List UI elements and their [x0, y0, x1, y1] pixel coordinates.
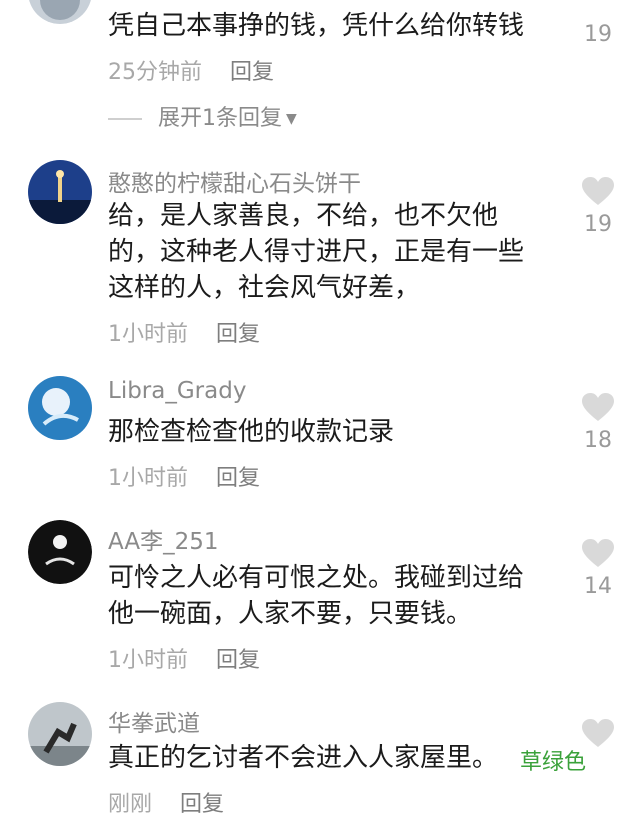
heart-icon: [582, 177, 614, 205]
like-button[interactable]: 19: [576, 176, 620, 237]
like-count: 18: [584, 428, 612, 453]
comment-text: 那检查检查他的收款记录: [108, 417, 395, 447]
avatar[interactable]: [28, 0, 92, 24]
comment-username[interactable]: 华拳武道: [108, 704, 200, 738]
comment-text: 给，是人家善良，不给，也不欠他的，这种老人得寸进尺，正是有一些这样的人，社会风气…: [108, 201, 525, 303]
comment-username[interactable]: Libra_Grady: [108, 378, 246, 404]
comment-time: 25分钟前: [108, 60, 202, 85]
like-count: 19: [584, 212, 612, 237]
reply-button[interactable]: 回复: [216, 322, 260, 347]
heart-icon: [582, 719, 614, 747]
expand-replies-label: 展开1条回复: [158, 106, 282, 131]
comment-username[interactable]: 憨憨的柠檬甜心石头饼干: [108, 164, 361, 198]
comment-time: 1小时前: [108, 322, 188, 347]
reply-button[interactable]: 回复: [216, 648, 260, 673]
avatar[interactable]: [28, 702, 92, 766]
avatar[interactable]: [28, 160, 92, 224]
heart-icon: [582, 539, 614, 567]
expand-replies-button[interactable]: 展开1条回复 ▼: [108, 100, 297, 132]
comment-meta: 刚刚 回复: [108, 786, 224, 818]
comment-text: 真正的乞讨者不会进入人家屋里。: [108, 743, 499, 773]
heart-icon: [582, 393, 614, 421]
comment-time: 1小时前: [108, 648, 188, 673]
like-count: 14: [584, 574, 612, 599]
comment-meta: 1小时前 回复: [108, 460, 260, 492]
comment-username[interactable]: AA李_251: [108, 522, 219, 556]
comment-text: 凭自己本事挣的钱，凭什么给你转钱: [108, 11, 525, 41]
comment-time: 1小时前: [108, 466, 188, 491]
like-count: 19: [584, 22, 612, 47]
divider: [108, 118, 142, 120]
reply-button[interactable]: 回复: [216, 466, 260, 491]
comment-text: 可怜之人必有可恨之处。我碰到过给他一碗面，人家不要，只要钱。: [108, 563, 525, 629]
like-button[interactable]: 14: [576, 538, 620, 599]
comment-meta: 1小时前 回复: [108, 316, 260, 348]
caret-down-icon: ▼: [286, 111, 297, 127]
like-button[interactable]: 18: [576, 392, 620, 453]
avatar[interactable]: [28, 376, 92, 440]
comment-meta: 1小时前 回复: [108, 642, 260, 674]
watermark-text: 草绿色: [520, 750, 587, 775]
comment-time: 刚刚: [108, 792, 153, 817]
reply-button[interactable]: 回复: [230, 60, 274, 85]
like-button[interactable]: 19: [576, 16, 620, 47]
avatar[interactable]: [28, 520, 92, 584]
comment-meta: 25分钟前 回复: [108, 54, 274, 86]
reply-button[interactable]: 回复: [180, 792, 224, 817]
